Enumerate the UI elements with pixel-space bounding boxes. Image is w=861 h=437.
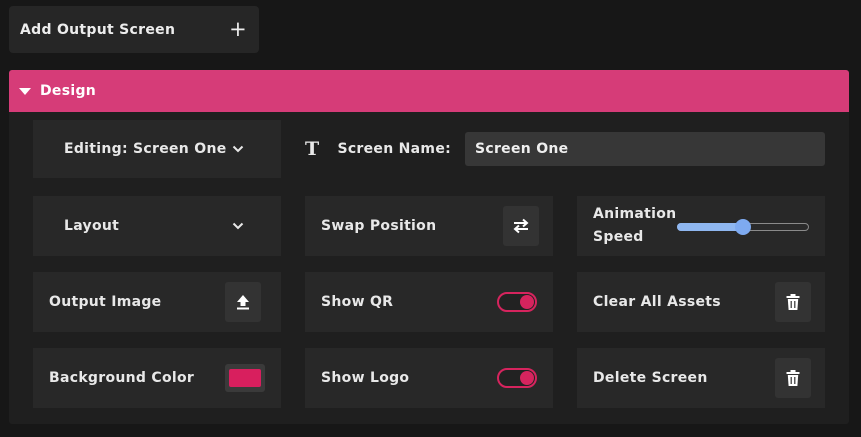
output-image-label: Output Image [49, 294, 162, 310]
design-title: Design [40, 83, 97, 99]
chevron-down-icon [232, 145, 244, 153]
chevron-down-icon [232, 222, 244, 230]
show-logo-row: Show Logo [305, 348, 553, 408]
show-qr-label: Show QR [321, 294, 394, 310]
background-color-picker[interactable] [225, 364, 265, 392]
layout-label: Layout [64, 218, 120, 234]
trash-icon [786, 294, 800, 310]
animation-speed-slider[interactable] [677, 219, 809, 235]
toggle-knob [520, 371, 534, 385]
swap-position-label: Swap Position [321, 218, 437, 234]
add-output-screen-button[interactable]: Add Output Screen + [9, 6, 259, 53]
add-output-screen-label: Add Output Screen [20, 21, 176, 38]
delete-screen-button[interactable] [775, 358, 811, 398]
clear-assets-button[interactable] [775, 282, 811, 322]
upload-image-button[interactable] [225, 282, 261, 322]
swap-icon [513, 218, 529, 234]
animation-speed-label: Animation Speed [593, 206, 677, 245]
editing-screen-label: Editing: Screen One [64, 141, 227, 157]
screen-name-input[interactable] [465, 132, 825, 166]
upload-icon [237, 295, 249, 310]
trash-icon [786, 370, 800, 386]
editing-screen-dropdown[interactable]: Editing: Screen One [33, 120, 281, 178]
design-panel: Design Editing: Screen One T Screen Name… [9, 70, 849, 424]
layout-dropdown[interactable]: Layout [33, 196, 281, 256]
background-color-row: Background Color [33, 348, 281, 408]
design-panel-header[interactable]: Design [9, 70, 849, 112]
show-logo-label: Show Logo [321, 370, 410, 386]
screen-name-label-group: T Screen Name: [305, 132, 451, 166]
show-qr-toggle[interactable] [497, 292, 537, 312]
animation-speed-row: Animation Speed [577, 196, 825, 256]
slider-thumb[interactable] [735, 219, 751, 235]
swap-position-row: Swap Position [305, 196, 553, 256]
screen-name-label: Screen Name: [337, 141, 452, 157]
delete-screen-label: Delete Screen [593, 370, 708, 386]
show-logo-toggle[interactable] [497, 368, 537, 388]
output-image-row: Output Image [33, 272, 281, 332]
toggle-knob [520, 295, 534, 309]
caret-down-icon [19, 87, 31, 95]
show-qr-row: Show QR [305, 272, 553, 332]
clear-assets-row: Clear All Assets [577, 272, 825, 332]
text-icon: T [305, 138, 320, 160]
clear-assets-label: Clear All Assets [593, 294, 721, 310]
slider-fill [677, 223, 743, 231]
color-swatch [229, 369, 261, 387]
plus-icon: + [229, 17, 247, 41]
delete-screen-row: Delete Screen [577, 348, 825, 408]
swap-position-button[interactable] [503, 206, 539, 246]
background-color-label: Background Color [49, 370, 195, 386]
